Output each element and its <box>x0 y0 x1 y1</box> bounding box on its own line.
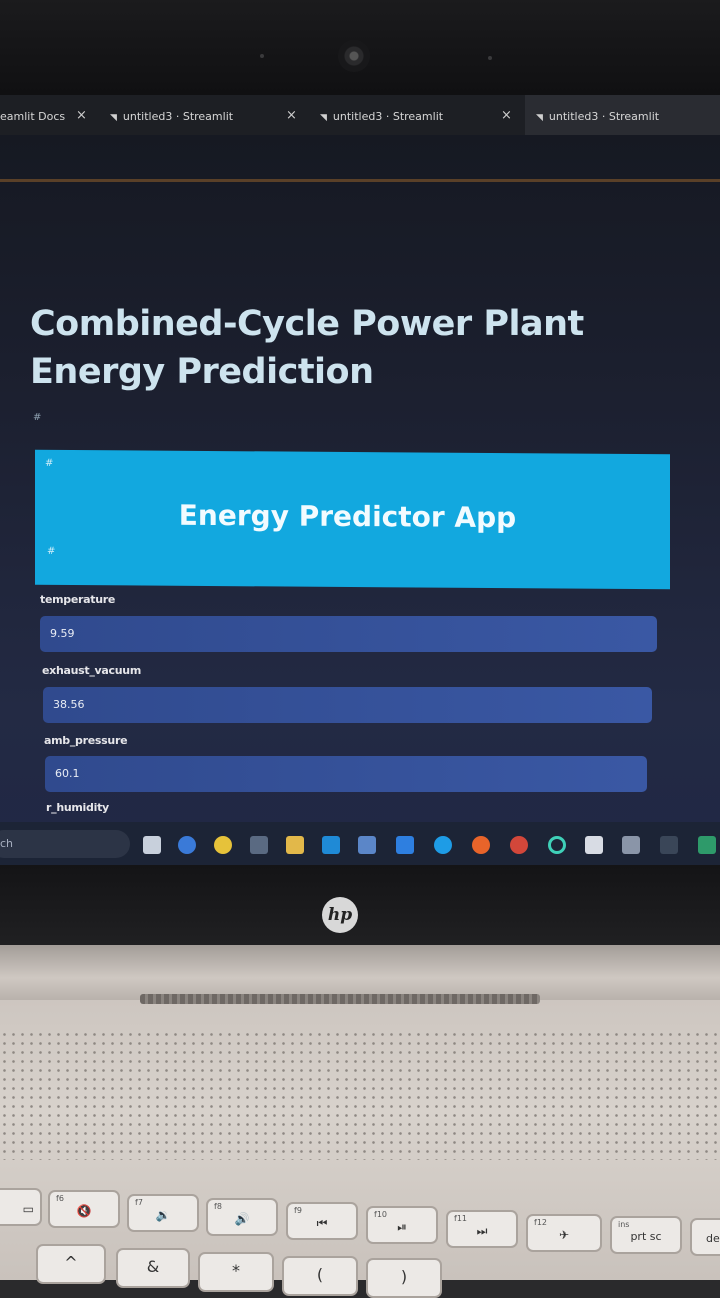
amb-pressure-input[interactable]: 60.1 <box>45 756 647 792</box>
laptop-bottom-bezel <box>0 865 720 945</box>
play-pause-icon: ⏯ <box>397 1220 407 1234</box>
key-fn-label: f10 <box>374 1210 387 1219</box>
chrome-icon[interactable] <box>510 836 528 854</box>
key-label: ( <box>316 1265 324 1284</box>
webcam-icon <box>338 40 370 72</box>
volume-down-icon: 🔉 <box>155 1208 171 1222</box>
tab-label: untitled3 · Streamlit <box>548 110 660 123</box>
key-fn-label: f7 <box>135 1198 143 1207</box>
banner-title: Energy Predictor App <box>178 498 517 535</box>
close-tab-icon[interactable]: × <box>501 108 512 123</box>
hp-logo: hp <box>322 897 358 933</box>
store-icon[interactable] <box>396 836 414 854</box>
key-9[interactable]: ( <box>282 1256 358 1296</box>
speaker-grille <box>0 1030 720 1160</box>
laptop-hinge <box>0 945 720 1000</box>
key-label: ^ <box>64 1253 78 1272</box>
key-fn-label: ins <box>618 1220 630 1229</box>
laptop-top-bezel <box>0 0 720 95</box>
key-f12[interactable]: f12 ✈ <box>526 1214 602 1252</box>
tab-label: eamlit Docs <box>0 110 66 123</box>
tab-label: untitled3 · Streamlit <box>122 110 234 123</box>
close-tab-icon[interactable]: × <box>76 108 87 123</box>
window-icon[interactable] <box>585 836 603 854</box>
taskbar-search-input[interactable]: ch <box>0 830 130 858</box>
key-fn-label: f8 <box>214 1202 222 1211</box>
app-banner: # Energy Predictor App # <box>35 449 670 590</box>
firefox-icon[interactable] <box>472 836 490 854</box>
key-6[interactable]: ^ <box>36 1244 106 1284</box>
tab-label: untitled3 · Streamlit <box>332 110 444 123</box>
task-view-icon[interactable] <box>143 836 161 854</box>
copilot-icon[interactable] <box>214 836 232 854</box>
key-f11[interactable]: f11 ⏭ <box>446 1210 518 1248</box>
hinge-vent <box>140 994 540 1004</box>
browser-tab[interactable]: eamlit Docs <box>0 110 65 123</box>
key-fn-label: f6 <box>56 1194 64 1203</box>
mute-icon: 🔇 <box>76 1204 92 1218</box>
key-f7[interactable]: f7 🔉 <box>127 1194 199 1232</box>
browser-tab-active[interactable]: ◥ untitled3 · Streamlit <box>536 110 659 123</box>
app-icon[interactable] <box>698 836 716 854</box>
next-track-icon: ⏭ <box>476 1224 488 1238</box>
key-label: prt sc <box>630 1230 662 1243</box>
title-line: Energy Prediction <box>30 352 374 392</box>
streamlit-app: Combined-Cycle Power Plant Energy Predic… <box>0 182 720 859</box>
amb-pressure-label: amb_pressure <box>44 734 128 747</box>
key-8[interactable]: * <box>198 1252 274 1292</box>
sensor-dot <box>488 56 492 60</box>
airplane-mode-icon: ✈ <box>558 1228 570 1242</box>
key-f10[interactable]: f10 ⏯ <box>366 1206 438 1244</box>
streamlit-logo-icon: ◥ <box>110 113 117 123</box>
key-f8[interactable]: f8 🔊 <box>206 1198 278 1236</box>
key-fn-label: f12 <box>534 1218 547 1227</box>
app-icon[interactable] <box>322 836 340 854</box>
close-tab-icon[interactable]: × <box>286 108 297 123</box>
temperature-input[interactable]: 9.59 <box>40 616 657 652</box>
markdown-hash: # <box>45 457 54 469</box>
key-f6[interactable]: f6 🔇 <box>48 1190 120 1228</box>
browser-tab[interactable]: ◥ untitled3 · Streamlit <box>320 110 443 123</box>
exhaust-vacuum-input[interactable]: 38.56 <box>43 687 652 723</box>
key-7[interactable]: & <box>116 1248 190 1288</box>
key-f9[interactable]: f9 ⏮ <box>286 1202 358 1240</box>
r-humidity-label: r_humidity <box>46 801 109 814</box>
page-title: Combined-Cycle Power Plant Energy Predic… <box>30 300 650 396</box>
key-label: * <box>232 1261 240 1280</box>
key-fn-label: f9 <box>294 1206 302 1215</box>
key-fn-label: f11 <box>454 1214 467 1223</box>
terminal-icon[interactable] <box>660 836 678 854</box>
qr-app-icon[interactable] <box>622 836 640 854</box>
temperature-label: temperature <box>40 593 116 606</box>
title-line: Combined-Cycle Power Plant <box>30 304 584 344</box>
file-explorer-icon[interactable] <box>286 836 304 854</box>
streamlit-logo-icon: ◥ <box>320 113 327 123</box>
windows-taskbar: ch <box>0 822 720 865</box>
calculator-icon[interactable] <box>250 836 268 854</box>
photos-icon[interactable] <box>358 836 376 854</box>
streamlit-logo-icon: ◥ <box>536 113 543 123</box>
key-label: ) <box>400 1267 408 1286</box>
sensor-dot <box>260 54 264 58</box>
widgets-icon[interactable] <box>178 836 196 854</box>
key-0[interactable]: ) <box>366 1258 442 1298</box>
markdown-hash: # <box>33 412 42 423</box>
key-prtsc[interactable]: ins prt sc <box>610 1216 682 1254</box>
cortana-icon[interactable] <box>548 836 566 854</box>
key-label: & <box>146 1257 160 1276</box>
key-delete[interactable]: de <box>690 1218 720 1256</box>
key-label: de <box>706 1232 720 1245</box>
browser-tab[interactable]: ◥ untitled3 · Streamlit <box>110 110 233 123</box>
exhaust-vacuum-label: exhaust_vacuum <box>42 664 141 677</box>
laptop-screen: eamlit Docs × ◥ untitled3 · Streamlit × ◥… <box>0 95 720 865</box>
markdown-hash: # <box>47 545 56 557</box>
browser-tab-bar: eamlit Docs × ◥ untitled3 · Streamlit × ◥… <box>0 95 720 135</box>
previous-track-icon: ⏮ <box>316 1216 328 1230</box>
volume-up-icon: 🔊 <box>234 1212 250 1226</box>
key-f5[interactable]: ▭ <box>0 1188 42 1226</box>
edge-browser-icon[interactable] <box>434 836 452 854</box>
